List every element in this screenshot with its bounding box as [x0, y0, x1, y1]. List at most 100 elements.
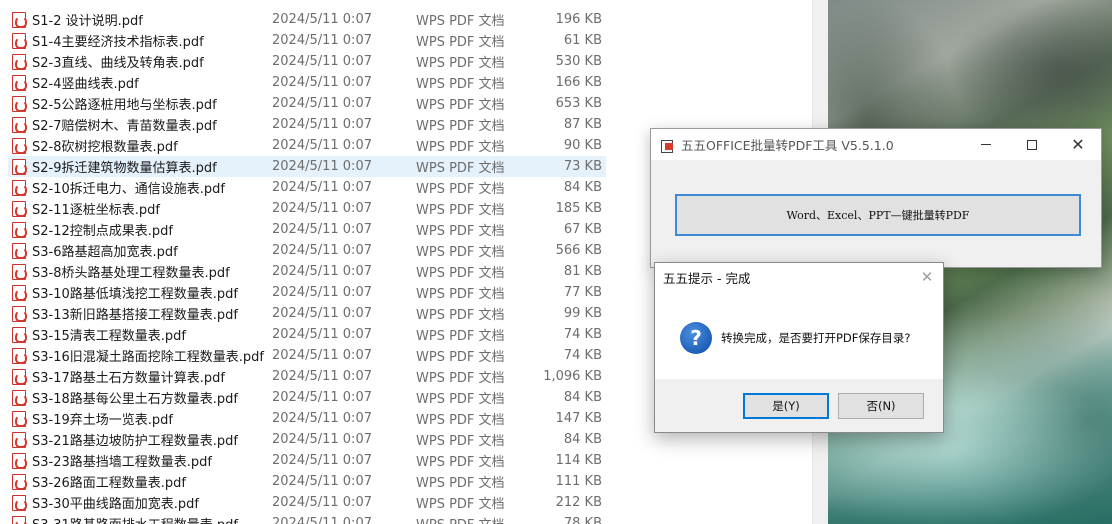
file-type: WPS PDF 文档 — [416, 140, 505, 155]
file-date: 2024/5/11 0:07 — [272, 180, 372, 195]
file-type: WPS PDF 文档 — [416, 476, 505, 491]
file-row[interactable]: S2-5公路逐桩用地与坐标表.pdf 2024/5/11 0:07 WPS PDF … — [8, 93, 606, 114]
dialog-titlebar[interactable]: 五五提示 - 完成 ✕ — [655, 263, 943, 291]
file-date: 2024/5/11 0:07 — [272, 516, 372, 524]
file-name: S3-23路基挡墙工程数量表.pdf — [32, 455, 212, 470]
file-name: S2-4竖曲线表.pdf — [32, 77, 139, 92]
file-row[interactable]: S2-11逐桩坐标表.pdf 2024/5/11 0:07 WPS PDF 文档 18… — [8, 198, 606, 219]
file-type: WPS PDF 文档 — [416, 413, 505, 428]
file-name: S3-16旧混凝土路面挖除工程数量表.pdf — [32, 350, 264, 365]
batch-convert-button[interactable]: Word、Excel、PPT—键批量转PDF — [675, 194, 1081, 236]
pdf-file-icon — [12, 305, 27, 322]
file-name: S3-19弃土场一览表.pdf — [32, 413, 173, 428]
file-row[interactable]: S3-31路基路面排水工程数量表.pdf2024/5/11 0:07 WPS PD… — [8, 513, 606, 524]
minimize-button[interactable] — [963, 129, 1009, 160]
pdf-file-icon — [12, 410, 27, 427]
file-size: 87 KB — [563, 117, 602, 132]
pdf-file-icon — [12, 368, 27, 385]
file-row[interactable]: S2-8砍树挖根数量表.pdf 2024/5/11 0:07 WPS PDF 文档 9… — [8, 135, 606, 156]
file-row[interactable]: S2-9拆迁建筑物数量估算表.pdf 2024/5/11 0:07 WPS PDF … — [8, 156, 606, 177]
file-name: S3-18路基每公里土石方数量表.pdf — [32, 392, 238, 407]
file-size: 111 KB — [555, 474, 602, 489]
file-size: 530 KB — [555, 54, 602, 69]
close-button[interactable]: ✕ — [1055, 129, 1101, 160]
file-row[interactable]: S2-7赔偿树木、青苗数量表.pdf 2024/5/11 0:07 WPS PDF … — [8, 114, 606, 135]
file-date: 2024/5/11 0:07 — [272, 201, 372, 216]
app-title: 五五OFFICE批量转PDF工具 V5.5.1.0 — [681, 138, 894, 153]
file-name: S2-3直线、曲线及转角表.pdf — [32, 56, 204, 71]
dialog-close-icon[interactable]: ✕ — [917, 267, 937, 287]
maximize-button[interactable] — [1009, 129, 1055, 160]
file-type: WPS PDF 文档 — [416, 287, 505, 302]
pdf-file-icon — [12, 515, 27, 524]
file-size: 74 KB — [563, 327, 602, 342]
pdf-file-icon — [12, 74, 27, 91]
file-size: 90 KB — [563, 138, 602, 153]
file-size: 566 KB — [555, 243, 602, 258]
file-row[interactable]: S3-30平曲线路面加宽表.pdf 2024/5/11 0:07 WPS PDF 文… — [8, 492, 606, 513]
file-row[interactable]: S2-3直线、曲线及转角表.pdf 2024/5/11 0:07 WPS PDF 文… — [8, 51, 606, 72]
pdf-file-icon — [12, 347, 27, 364]
file-date: 2024/5/11 0:07 — [272, 264, 372, 279]
file-row[interactable]: S1-2 设计说明.pdf 2024/5/11 0:07 WPS PDF 文档 196… — [8, 9, 606, 30]
file-date: 2024/5/11 0:07 — [272, 327, 372, 342]
file-size: 78 KB — [563, 516, 602, 524]
file-row[interactable]: S3-13新旧路基搭接工程数量表.pdf 2024/5/11 0:07 WPS PD… — [8, 303, 606, 324]
pdf-file-icon — [12, 221, 27, 238]
minimize-icon — [981, 144, 991, 145]
file-row[interactable]: S3-6路基超高加宽表.pdf 2024/5/11 0:07 WPS PDF 文档 5… — [8, 240, 606, 261]
file-size: 77 KB — [563, 285, 602, 300]
file-row[interactable]: S1-4主要经济技术指标表.pdf 2024/5/11 0:07 WPS PDF 文… — [8, 30, 606, 51]
file-type: WPS PDF 文档 — [416, 514, 526, 524]
file-row[interactable]: S3-16旧混凝土路面挖除工程数量表.pdf 2024/5/11 0:07 WPS … — [8, 345, 606, 366]
file-size: 67 KB — [563, 222, 602, 237]
file-size: 84 KB — [563, 390, 602, 405]
file-date: 2024/5/11 0:07 — [272, 222, 372, 237]
file-row[interactable]: S2-10拆迁电力、通信设施表.pdf 2024/5/11 0:07 WPS PDF… — [8, 177, 606, 198]
file-date: 2024/5/11 0:07 — [272, 117, 372, 132]
file-date: 2024/5/11 0:07 — [272, 306, 372, 321]
file-name: S3-21路基边坡防护工程数量表.pdf — [32, 434, 238, 449]
file-date: 2024/5/11 0:07 — [272, 285, 372, 300]
pdf-file-icon — [12, 11, 27, 28]
file-row[interactable]: S2-12控制点成果表.pdf 2024/5/11 0:07 WPS PDF 文档 6… — [8, 219, 606, 240]
pdf-file-icon — [12, 389, 27, 406]
file-name: S3-17路基土石方数量计算表.pdf — [32, 371, 225, 386]
file-type: WPS PDF 文档 — [416, 98, 505, 113]
file-row[interactable]: S2-4竖曲线表.pdf 2024/5/11 0:07 WPS PDF 文档 166 … — [8, 72, 606, 93]
file-size: 196 KB — [555, 12, 602, 27]
file-row[interactable]: S3-8桥头路基处理工程数量表.pdf 2024/5/11 0:07 WPS PDF… — [8, 261, 606, 282]
file-size: 147 KB — [555, 411, 602, 426]
file-row[interactable]: S3-15清表工程数量表.pdf 2024/5/11 0:07 WPS PDF 文档… — [8, 324, 606, 345]
file-date: 2024/5/11 0:07 — [272, 243, 372, 258]
file-type: WPS PDF 文档 — [416, 14, 505, 29]
file-type: WPS PDF 文档 — [416, 434, 505, 449]
file-name: S2-10拆迁电力、通信设施表.pdf — [32, 182, 225, 197]
file-date: 2024/5/11 0:07 — [272, 96, 372, 111]
maximize-icon — [1027, 139, 1037, 150]
file-type: WPS PDF 文档 — [416, 119, 505, 134]
file-row[interactable]: S3-19弃土场一览表.pdf 2024/5/11 0:07 WPS PDF 文档 1… — [8, 408, 606, 429]
file-row[interactable]: S3-26路面工程数量表.pdf 2024/5/11 0:07 WPS PDF 文档… — [8, 471, 606, 492]
file-row[interactable]: S3-18路基每公里土石方数量表.pdf 2024/5/11 0:07 WPS PD… — [8, 387, 606, 408]
pdf-file-icon — [12, 326, 27, 343]
file-row[interactable]: S3-21路基边坡防护工程数量表.pdf 2024/5/11 0:07 WPS PD… — [8, 429, 606, 450]
file-type: WPS PDF 文档 — [416, 371, 505, 386]
pdf-file-icon — [12, 494, 27, 511]
app-titlebar[interactable]: 五五OFFICE批量转PDF工具 V5.5.1.0 ✕ — [651, 129, 1101, 160]
file-name: S1-4主要经济技术指标表.pdf — [32, 35, 204, 50]
file-type: WPS PDF 文档 — [416, 308, 505, 323]
file-date: 2024/5/11 0:07 — [272, 369, 372, 384]
file-type: WPS PDF 文档 — [416, 35, 505, 50]
file-size: 1,096 KB — [543, 369, 602, 384]
converter-app-window: 五五OFFICE批量转PDF工具 V5.5.1.0 ✕ Word、Excel、P… — [650, 128, 1102, 268]
file-size: 84 KB — [563, 180, 602, 195]
file-row[interactable]: S3-23路基挡墙工程数量表.pdf 2024/5/11 0:07 WPS PDF … — [8, 450, 606, 471]
file-date: 2024/5/11 0:07 — [272, 453, 372, 468]
file-row[interactable]: S3-10路基低填浅挖工程数量表.pdf 2024/5/11 0:07 WPS PD… — [8, 282, 606, 303]
yes-button[interactable]: 是(Y) — [743, 393, 829, 419]
no-button[interactable]: 否(N) — [838, 393, 924, 419]
file-row[interactable]: S3-17路基土石方数量计算表.pdf 2024/5/11 0:07 WPS PDF… — [8, 366, 606, 387]
file-name: S2-9拆迁建筑物数量估算表.pdf — [32, 161, 217, 176]
file-name: S2-8砍树挖根数量表.pdf — [32, 140, 178, 155]
